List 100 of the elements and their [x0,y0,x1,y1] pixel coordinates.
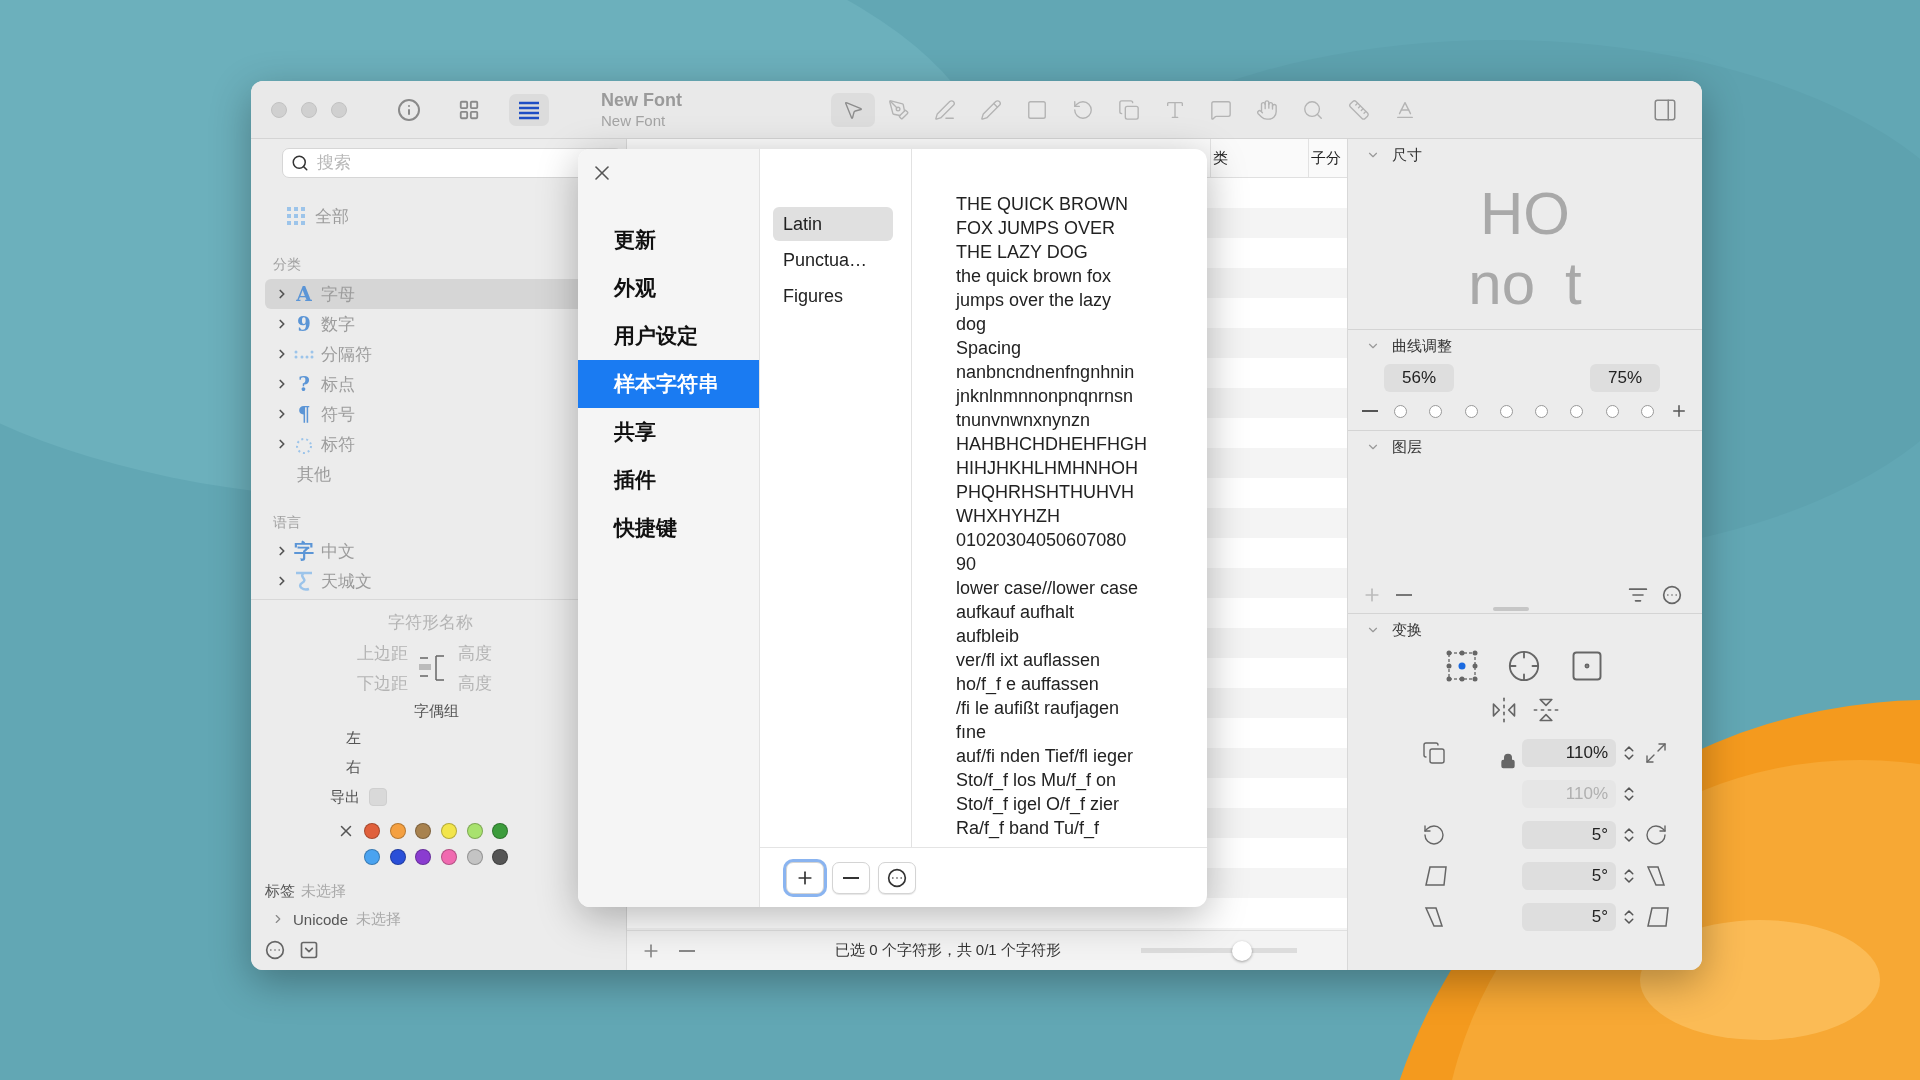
preferences-tab[interactable]: 用户设定 [578,312,759,360]
scale-field[interactable]: 110% [1522,738,1616,767]
preferences-tab[interactable]: 更新 [578,216,759,264]
slider-thumb[interactable] [1232,940,1253,961]
sample-text-line: 90 [956,553,978,576]
sample-text-line: THE LAZY DOG [956,241,1089,264]
sample-text-line: lower case//lower case [956,577,1140,600]
sample-text-line: /fi le aufißt raufjagen [956,697,1121,720]
more-icon[interactable] [1662,585,1682,605]
crosshair-icon[interactable] [1507,649,1541,683]
sample-category[interactable]: Figures [773,279,893,313]
column-header[interactable]: 类 [1210,139,1308,177]
sample-text-line: HAHBHCHDHEHFHGH [956,433,1148,456]
more-button[interactable] [878,861,916,894]
plus-icon[interactable] [1670,402,1688,420]
glyph-grid-icon [285,205,307,227]
tool-button[interactable] [831,92,875,127]
scale-down-icon[interactable] [1422,740,1446,765]
ruler-icon [1348,98,1370,121]
preferences-tab[interactable]: 样本字符串 [578,360,759,408]
export-checkbox[interactable] [369,788,387,806]
unicode-value: 未选择 [356,909,402,929]
glyph-name-label: 字符形名称 [388,611,473,634]
pen-nib-icon [888,98,910,121]
sample-text-line: Sto/f_f los Mu/f_f on [956,769,1118,792]
sample-text-line: tnunvnwnxnynzn [956,409,1092,432]
color-swatch[interactable] [466,849,483,865]
kerning-side-label: 右 [346,758,361,777]
separator-icon [293,348,315,360]
bounding-box-icon[interactable] [1445,649,1479,683]
color-swatch[interactable] [389,849,406,865]
sample-text-line: fıne [956,721,988,744]
sample-text-line: jumps over the lazy [956,289,1113,312]
export-label: 导出 [330,787,360,807]
scale-up-icon[interactable] [1644,740,1668,765]
preferences-tab[interactable]: 快捷键 [578,504,759,552]
sample-category[interactable]: Punctua… [773,243,893,277]
color-swatch[interactable] [389,823,406,839]
brush-icon [934,98,956,121]
rotate-right-icon[interactable] [1644,822,1668,847]
rotate-left-icon[interactable] [1422,822,1446,847]
grid-icon [458,98,480,121]
section-title: 图层 [1392,437,1422,457]
view-button[interactable] [509,93,549,126]
flip-vertical-icon[interactable] [1532,696,1560,724]
search-icon [291,154,309,172]
add-button[interactable] [786,861,824,894]
sample-text-line: Ra/f_f band Tu/f_f [956,817,1101,840]
color-swatch[interactable] [364,823,380,839]
percent-field[interactable]: 75% [1590,364,1660,392]
sample-text-line: jnknlnmnnonpnqnrnsn [956,385,1135,408]
slant-field[interactable]: 5° [1522,861,1616,890]
flip-horizontal-icon[interactable] [1490,696,1518,724]
color-swatch[interactable] [415,849,432,865]
remove-button[interactable] [832,861,870,894]
dropdown-icon[interactable] [299,940,319,960]
metric-value-label: 高度 [458,672,493,695]
sidebar-toggle[interactable] [1652,96,1678,123]
sample-text-line: Sto/f_f igel O/f_f zier [956,793,1121,816]
sidebar-panel-icon [1652,96,1678,123]
slant-right-icon[interactable] [1644,904,1670,929]
rotate-field[interactable]: 5° [1522,820,1616,849]
sample-text-line: nanbncndnenfngnhnin [956,361,1136,384]
sample-text-line: the quick brown fox [956,265,1113,288]
filter-icon[interactable] [1628,585,1648,605]
percent-field[interactable]: 56% [1384,364,1454,392]
sample-text-line: Spacing [956,337,1023,360]
color-swatch[interactable] [492,823,509,839]
window-title: New Font [601,89,683,111]
kerning-side-label: 左 [346,729,361,748]
color-swatch[interactable] [441,823,458,839]
more-icon[interactable] [265,940,285,960]
status-text: 已选 0 个字符形，共 0/1 个字符形 [835,941,1061,960]
lock-icon[interactable] [1500,752,1516,769]
color-swatch[interactable] [415,823,432,839]
glyph-preview: no [1468,249,1536,319]
color-swatch[interactable] [492,849,509,865]
color-swatch[interactable] [441,849,458,865]
resize-handle[interactable] [1493,607,1529,611]
sample-text-line: dog [956,313,988,336]
color-swatch[interactable] [364,849,380,865]
rectangle-icon [1026,98,1048,121]
rotate-icon [1072,98,1094,121]
glyph-preview: t [1565,249,1582,319]
sample-text-line: FOX JUMPS OVER [956,217,1117,240]
remove-icon[interactable] [679,949,695,952]
slant-left-icon[interactable] [1422,863,1448,888]
script-letter-icon [293,569,315,593]
hand-icon [1256,98,1278,121]
section-heading: 语言 [273,513,302,532]
section-title: 变换 [1392,620,1422,640]
sample-category[interactable]: Latin [773,207,893,241]
glyph-icon: ¶ [293,402,315,426]
color-swatch[interactable] [466,823,483,839]
slant-field[interactable]: 5° [1522,902,1616,931]
kerning-group-label: 字偶组 [414,701,459,721]
section-heading: 分类 [273,255,302,274]
preferences-tab[interactable]: 插件 [578,456,759,504]
sample-text-line: ho/f_f e auffassen [956,673,1100,696]
preferences-tab[interactable]: 共享 [578,408,759,456]
